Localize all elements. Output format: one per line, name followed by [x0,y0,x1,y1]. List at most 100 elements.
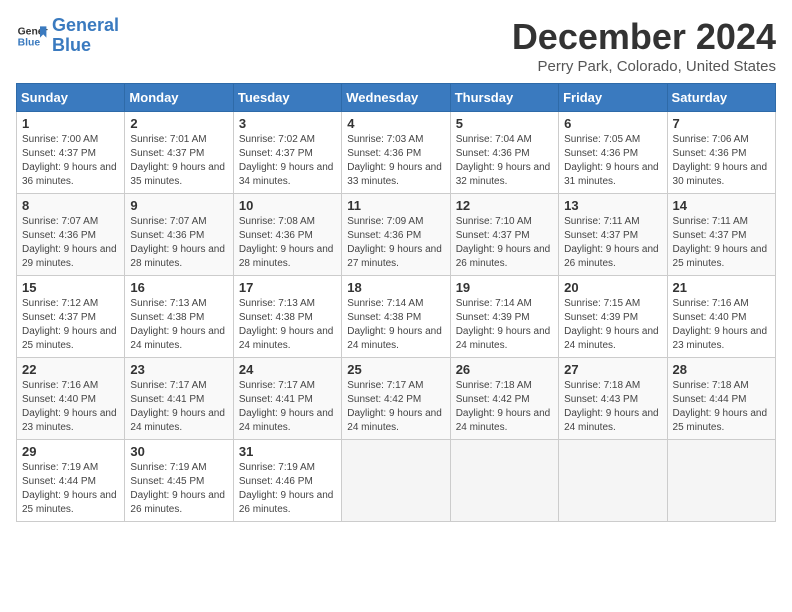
day-number: 23 [130,362,227,377]
day-number: 27 [564,362,661,377]
calendar-cell: 12 Sunrise: 7:10 AMSunset: 4:37 PMDayligh… [450,194,558,276]
day-info: Sunrise: 7:16 AMSunset: 4:40 PMDaylight:… [22,379,119,435]
day-info: Sunrise: 7:12 AMSunset: 4:37 PMDaylight:… [22,297,119,353]
day-number: 31 [239,444,336,459]
day-info: Sunrise: 7:02 AMSunset: 4:37 PMDaylight:… [239,133,336,189]
day-number: 14 [673,198,770,213]
calendar-cell: 26 Sunrise: 7:18 AMSunset: 4:42 PMDayligh… [450,358,558,440]
calendar-cell: 10Sunrise: 7:08 AMSunset: 4:36 PMDayligh… [233,194,341,276]
day-number: 21 [673,280,770,295]
day-info: Sunrise: 7:18 AMSunset: 4:43 PMDaylight:… [564,379,661,435]
calendar-cell: 16Sunrise: 7:13 AMSunset: 4:38 PMDayligh… [125,276,233,358]
day-number: 1 [22,116,119,131]
day-info: Sunrise: 7:10 AMSunset: 4:37 PMDaylight:… [456,215,553,271]
weekday-header-saturday: Saturday [667,84,775,112]
calendar-cell: 4Sunrise: 7:03 AMSunset: 4:36 PMDaylight… [342,112,450,194]
calendar-week-3: 15 Sunrise: 7:12 AMSunset: 4:37 PMDayligh… [17,276,776,358]
day-number: 18 [347,280,444,295]
calendar-cell: 18 Sunrise: 7:14 AMSunset: 4:38 PMDayligh… [342,276,450,358]
calendar-cell: 1 Sunrise: 7:00 AMSunset: 4:37 PMDaylight… [17,112,125,194]
day-info: Sunrise: 7:15 AMSunset: 4:39 PMDaylight:… [564,297,661,353]
day-number: 24 [239,362,336,377]
day-number: 7 [673,116,770,131]
day-info: Sunrise: 7:19 AMSunset: 4:45 PMDaylight:… [130,461,227,517]
calendar-cell: 23 Sunrise: 7:17 AMSunset: 4:41 PMDayligh… [125,358,233,440]
day-number: 4 [347,116,444,131]
calendar-cell: 19Sunrise: 7:14 AMSunset: 4:39 PMDayligh… [450,276,558,358]
day-number: 29 [22,444,119,459]
calendar-cell: 8 Sunrise: 7:07 AMSunset: 4:36 PMDaylight… [17,194,125,276]
day-info: Sunrise: 7:18 AMSunset: 4:44 PMDaylight:… [673,379,770,435]
calendar-cell: 21 Sunrise: 7:16 AMSunset: 4:40 PMDayligh… [667,276,775,358]
calendar-cell: 31 Sunrise: 7:19 AMSunset: 4:46 PMDayligh… [233,440,341,522]
logo: General Blue General Blue [16,16,119,56]
day-number: 9 [130,198,227,213]
day-info: Sunrise: 7:11 AMSunset: 4:37 PMDaylight:… [564,215,661,271]
day-number: 13 [564,198,661,213]
title-block: December 2024 Perry Park, Colorado, Unit… [512,16,776,75]
weekday-header-friday: Friday [559,84,667,112]
day-info: Sunrise: 7:07 AMSunset: 4:36 PMDaylight:… [22,215,119,271]
page-header: General Blue General Blue December 2024 … [16,16,776,75]
day-info: Sunrise: 7:19 AMSunset: 4:44 PMDaylight:… [22,461,119,517]
logo-text-line1: General [52,16,119,36]
day-info: Sunrise: 7:07 AMSunset: 4:36 PMDaylight:… [130,215,227,271]
calendar-cell: 6Sunrise: 7:05 AMSunset: 4:36 PMDaylight… [559,112,667,194]
weekday-header-monday: Monday [125,84,233,112]
logo-text-line2: Blue [52,36,119,56]
day-info: Sunrise: 7:05 AMSunset: 4:36 PMDaylight:… [564,133,661,189]
day-info: Sunrise: 7:17 AMSunset: 4:41 PMDaylight:… [239,379,336,435]
weekday-header-thursday: Thursday [450,84,558,112]
day-number: 30 [130,444,227,459]
day-info: Sunrise: 7:06 AMSunset: 4:36 PMDaylight:… [673,133,770,189]
calendar-cell: 7 Sunrise: 7:06 AMSunset: 4:36 PMDaylight… [667,112,775,194]
day-number: 11 [347,198,444,213]
calendar-cell: 17 Sunrise: 7:13 AMSunset: 4:38 PMDayligh… [233,276,341,358]
day-number: 15 [22,280,119,295]
location: Perry Park, Colorado, United States [512,58,776,75]
calendar-cell: 9 Sunrise: 7:07 AMSunset: 4:36 PMDaylight… [125,194,233,276]
day-number: 17 [239,280,336,295]
day-info: Sunrise: 7:17 AMSunset: 4:41 PMDaylight:… [130,379,227,435]
logo-icon: General Blue [16,20,48,52]
month-title: December 2024 [512,16,776,58]
calendar-week-1: 1 Sunrise: 7:00 AMSunset: 4:37 PMDaylight… [17,112,776,194]
day-info: Sunrise: 7:14 AMSunset: 4:38 PMDaylight:… [347,297,444,353]
day-number: 5 [456,116,553,131]
day-number: 12 [456,198,553,213]
day-info: Sunrise: 7:16 AMSunset: 4:40 PMDaylight:… [673,297,770,353]
day-number: 8 [22,198,119,213]
day-number: 26 [456,362,553,377]
day-number: 16 [130,280,227,295]
day-info: Sunrise: 7:00 AMSunset: 4:37 PMDaylight:… [22,133,119,189]
calendar-cell: 15 Sunrise: 7:12 AMSunset: 4:37 PMDayligh… [17,276,125,358]
calendar-week-5: 29 Sunrise: 7:19 AMSunset: 4:44 PMDayligh… [17,440,776,522]
calendar-cell: 27 Sunrise: 7:18 AMSunset: 4:43 PMDayligh… [559,358,667,440]
calendar-cell: 20Sunrise: 7:15 AMSunset: 4:39 PMDayligh… [559,276,667,358]
day-info: Sunrise: 7:17 AMSunset: 4:42 PMDaylight:… [347,379,444,435]
calendar-cell: 29 Sunrise: 7:19 AMSunset: 4:44 PMDayligh… [17,440,125,522]
calendar-cell: 14Sunrise: 7:11 AMSunset: 4:37 PMDayligh… [667,194,775,276]
day-info: Sunrise: 7:08 AMSunset: 4:36 PMDaylight:… [239,215,336,271]
day-info: Sunrise: 7:09 AMSunset: 4:36 PMDaylight:… [347,215,444,271]
calendar-cell: 22Sunrise: 7:16 AMSunset: 4:40 PMDayligh… [17,358,125,440]
day-info: Sunrise: 7:13 AMSunset: 4:38 PMDaylight:… [239,297,336,353]
day-info: Sunrise: 7:14 AMSunset: 4:39 PMDaylight:… [456,297,553,353]
day-info: Sunrise: 7:01 AMSunset: 4:37 PMDaylight:… [130,133,227,189]
weekday-header-tuesday: Tuesday [233,84,341,112]
calendar-cell [559,440,667,522]
calendar-cell [342,440,450,522]
day-info: Sunrise: 7:18 AMSunset: 4:42 PMDaylight:… [456,379,553,435]
calendar-cell: 28 Sunrise: 7:18 AMSunset: 4:44 PMDayligh… [667,358,775,440]
calendar-cell: 5 Sunrise: 7:04 AMSunset: 4:36 PMDaylight… [450,112,558,194]
day-info: Sunrise: 7:04 AMSunset: 4:36 PMDaylight:… [456,133,553,189]
day-info: Sunrise: 7:19 AMSunset: 4:46 PMDaylight:… [239,461,336,517]
calendar-cell: 25 Sunrise: 7:17 AMSunset: 4:42 PMDayligh… [342,358,450,440]
calendar-week-4: 22Sunrise: 7:16 AMSunset: 4:40 PMDayligh… [17,358,776,440]
svg-text:Blue: Blue [18,37,41,48]
calendar-cell [450,440,558,522]
weekday-header-row: SundayMondayTuesdayWednesdayThursdayFrid… [17,84,776,112]
day-number: 25 [347,362,444,377]
day-number: 28 [673,362,770,377]
weekday-header-sunday: Sunday [17,84,125,112]
